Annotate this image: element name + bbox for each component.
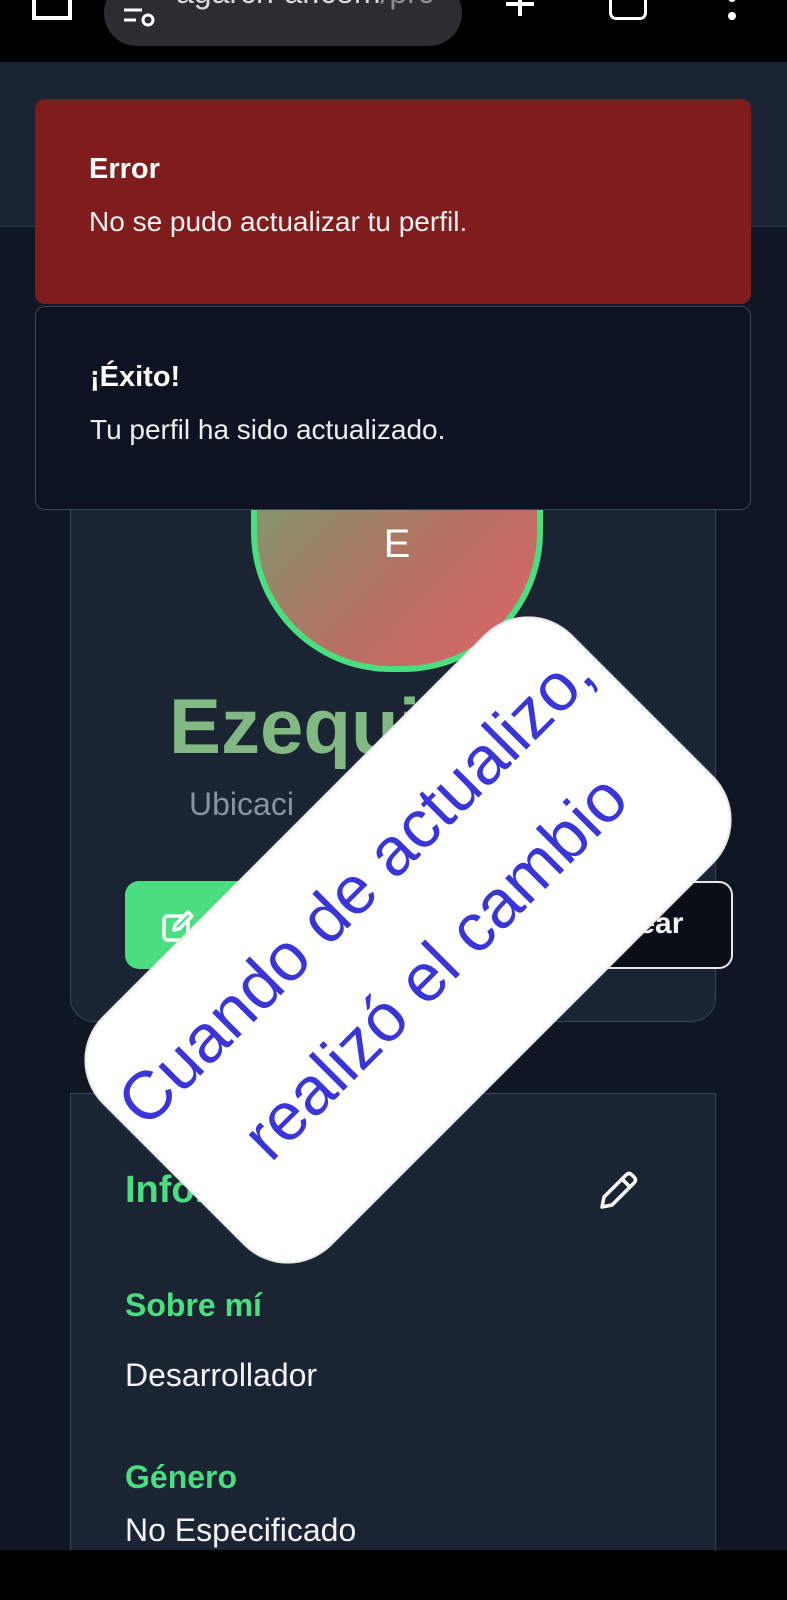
field-value-gender: No Especificado (125, 1512, 357, 1548)
system-navigation-bar (0, 1550, 787, 1600)
field-value-about: Desarrollador (125, 1357, 318, 1393)
tabs-count-icon[interactable]: 19 (609, 0, 647, 20)
error-toast[interactable]: Error No se pudo actualizar tu perfil. (35, 99, 751, 304)
browser-toolbar: agarch-ar.com/prc 19 (0, 0, 787, 62)
error-toast-message: No se pudo actualizar tu perfil. (89, 206, 468, 237)
url-path: /prc (381, 0, 434, 10)
success-toast-title: ¡Éxito! (90, 361, 181, 393)
success-toast-message: Tu perfil ha sido actualizado. (90, 414, 446, 445)
profile-location: Ubicaci (189, 786, 294, 822)
site-settings-icon[interactable] (122, 0, 162, 28)
field-label-about: Sobre mí (125, 1287, 262, 1323)
success-toast[interactable]: ¡Éxito! Tu perfil ha sido actualizado. (35, 306, 751, 510)
field-label-gender: Género (125, 1459, 238, 1495)
home-icon[interactable] (30, 0, 74, 22)
tab-count: 19 (612, 0, 644, 4)
url-host: agarch-ar.com (176, 0, 381, 10)
url-text: agarch-ar.com/prc (176, 0, 456, 11)
avatar-initial: E (383, 522, 411, 566)
new-tab-icon[interactable] (502, 0, 538, 22)
address-bar[interactable]: agarch-ar.com/prc (104, 0, 462, 46)
error-toast-title: Error (89, 153, 160, 185)
pencil-icon[interactable] (596, 1169, 640, 1213)
menu-dots-icon[interactable] (728, 0, 736, 22)
